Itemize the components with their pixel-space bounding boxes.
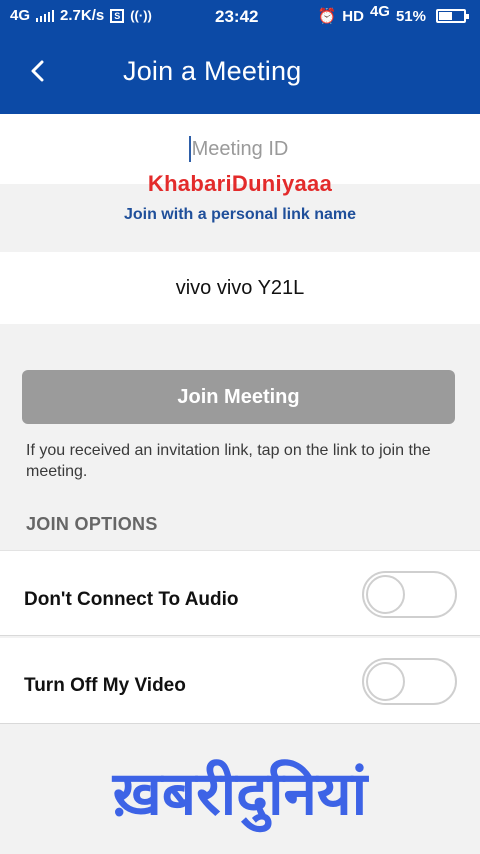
invitation-hint: If you received an invitation link, tap … — [26, 442, 431, 480]
toggle-knob — [366, 575, 405, 614]
status-right: ⏰ HD 4G 51% — [317, 3, 469, 25]
watermark-banner: ख़बरीदुनियां — [0, 730, 480, 854]
clock: 23:42 — [215, 7, 259, 26]
join-meeting-button[interactable]: Join Meeting — [22, 370, 455, 424]
option-row-audio: Don't Connect To Audio — [0, 550, 480, 636]
chevron-left-icon — [31, 60, 44, 82]
video-toggle[interactable] — [362, 658, 457, 705]
option-row-video: Turn Off My Video — [0, 638, 480, 724]
status-left: 4G 2.7K/s S ((·)) — [10, 7, 152, 24]
toggle-knob — [366, 662, 405, 701]
display-name-input[interactable] — [0, 252, 480, 324]
status-bar: 4G 2.7K/s S ((·)) 23:42 ⏰ HD 4G 51% — [0, 0, 480, 32]
app-header: Join a Meeting — [0, 32, 480, 114]
join-options-header: JOIN OPTIONS — [26, 514, 158, 534]
hd-indicator: HD — [342, 7, 364, 25]
audio-toggle[interactable] — [362, 571, 457, 618]
battery-percent: 51% — [395, 7, 426, 25]
network-type: 4G — [10, 7, 31, 24]
network-type-right: 4G — [369, 2, 390, 20]
display-name-row — [0, 252, 480, 324]
back-button[interactable] — [22, 56, 52, 86]
hotspot-icon: ((·)) — [130, 8, 152, 23]
option-label-audio: Don't Connect To Audio — [24, 589, 239, 610]
signal-icon — [36, 9, 55, 22]
alarm-icon: ⏰ — [317, 8, 337, 25]
option-label-video: Turn Off My Video — [24, 675, 186, 696]
sd-card-icon: S — [110, 8, 125, 23]
battery-fill — [439, 12, 453, 20]
watermark-hindi-text: ख़बरीदुनियां — [112, 759, 368, 829]
watermark-text: KhabariDuniyaaa — [147, 171, 333, 196]
personal-link-name-link[interactable]: Join with a personal link name — [0, 206, 480, 224]
network-speed: 2.7K/s — [60, 7, 105, 24]
battery-icon — [436, 9, 469, 23]
page-title: Join a Meeting — [123, 56, 302, 86]
text-caret — [189, 136, 191, 162]
